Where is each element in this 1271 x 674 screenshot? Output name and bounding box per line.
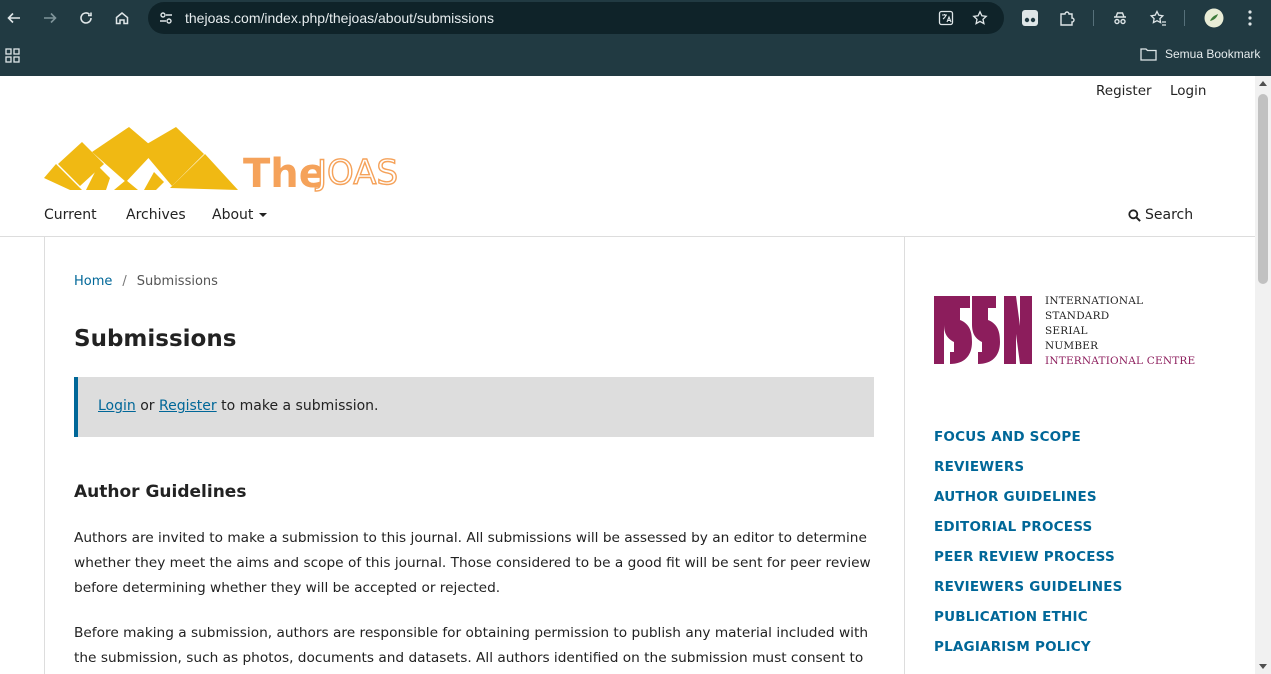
scroll-up-arrow-icon[interactable] [1259,81,1267,86]
all-bookmarks-button[interactable]: Semua Bookmark [1140,47,1260,61]
nav-archives[interactable]: Archives [126,207,186,223]
breadcrumb-current: Submissions [136,274,218,289]
all-bookmarks-label: Semua Bookmark [1165,47,1261,61]
breadcrumb-separator: / [122,274,127,289]
sidebar-link-publication-ethic[interactable]: PUBLICATION ETHIC [934,609,1123,639]
sidebar-links: FOCUS AND SCOPE REVIEWERS AUTHOR GUIDELI… [934,429,1123,669]
address-bar[interactable]: thejoas.com/index.php/thejoas/about/subm… [148,2,1004,34]
search-link[interactable]: Search [1128,207,1193,223]
scrollbar-thumb[interactable] [1258,94,1268,284]
browser-toolbar: thejoas.com/index.php/thejoas/about/subm… [0,0,1271,36]
caret-down-icon [259,213,268,217]
toolbar-divider [1184,10,1185,26]
site-logo[interactable]: The JOAS [44,126,406,192]
kebab-menu-icon [1248,10,1252,26]
apps-grid-icon[interactable] [5,48,20,63]
nav-current[interactable]: Current [44,207,97,223]
issn-line-3: SERIAL [1045,325,1088,337]
author-guidelines-heading: Author Guidelines [74,482,247,502]
logo-text-the: The [243,151,326,192]
header-divider [0,236,1255,237]
arrow-left-icon [7,12,20,24]
issn-line-5: INTERNATIONAL CENTRE [1045,355,1196,367]
reload-button[interactable] [74,6,98,30]
profile-avatar-button[interactable] [1204,8,1224,28]
content-border [44,237,45,674]
site-settings-icon[interactable] [158,10,174,26]
browser-menu-button[interactable] [1240,8,1260,28]
translate-icon[interactable] [938,10,954,26]
page-viewport: Register Login The JOAS Current Archives… [0,76,1255,674]
puzzle-icon [1060,11,1075,26]
glasses-icon [1022,10,1038,26]
issn-mark [934,296,1032,364]
guidelines-paragraph-1: Authors are invited to make a submission… [74,530,871,596]
sidebar-link-focus-scope[interactable]: FOCUS AND SCOPE [934,429,1123,459]
arrow-right-icon [44,12,57,24]
page-title: Submissions [74,326,237,352]
notice-suffix: to make a submission. [221,398,379,414]
notice-register-link[interactable]: Register [159,398,217,414]
breadcrumb: Home / Submissions [74,274,218,289]
breadcrumb-home-link[interactable]: Home [74,274,112,289]
folder-icon [1140,48,1157,61]
issn-line-4: NUMBER [1045,340,1099,352]
star-list-icon [1149,10,1166,26]
nav-about-label: About [212,207,254,223]
browser-chrome: thejoas.com/index.php/thejoas/about/subm… [0,0,1271,76]
spy-icon [1114,12,1126,25]
incognito-button[interactable] [1110,8,1130,28]
search-label: Search [1145,207,1194,223]
notice-text: Login or Register to make a submission. [98,398,378,414]
notice-login-link[interactable]: Login [98,398,136,414]
toolbar-divider [1093,10,1094,26]
logo-text-joas: JOAS [315,153,398,192]
extensions-button[interactable] [1057,8,1077,28]
sidebar-link-plagiarism-policy[interactable]: PLAGIARISM POLICY [934,639,1123,669]
favorites-button[interactable] [1148,8,1168,28]
url-text[interactable]: thejoas.com/index.php/thejoas/about/subm… [185,10,494,26]
scroll-down-arrow-icon[interactable] [1259,664,1267,669]
issn-line-2: STANDARD [1045,310,1110,322]
reload-icon [80,12,92,24]
login-link[interactable]: Login [1170,83,1206,99]
register-link[interactable]: Register [1096,83,1152,99]
search-icon [1128,208,1141,222]
home-button[interactable] [110,6,134,30]
sidebar-link-peer-review[interactable]: PEER REVIEW PROCESS [934,549,1123,579]
submission-notice: Login or Register to make a submission. [74,377,874,437]
reading-mode-button[interactable] [1020,8,1040,28]
guidelines-paragraph-2: Before making a submission, authors are … [74,625,868,666]
sidebar-link-author-guidelines[interactable]: AUTHOR GUIDELINES [934,489,1123,519]
page-scrollbar[interactable] [1255,76,1271,674]
sidebar-link-reviewers[interactable]: REVIEWERS [934,459,1123,489]
sidebar-border [904,237,905,674]
home-icon [115,12,129,25]
issn-line-1: INTERNATIONAL [1045,295,1144,307]
sidebar-link-editorial-process[interactable]: EDITORIAL PROCESS [934,519,1123,549]
notice-or: or [140,398,155,414]
bookmark-star-icon[interactable] [972,10,988,26]
bookmarks-bar: Semua Bookmark [0,36,1271,76]
back-button[interactable] [2,6,26,30]
sidebar-link-reviewers-guidelines[interactable]: REVIEWERS GUIDELINES [934,579,1123,609]
avatar-icon [1204,8,1224,28]
forward-button[interactable] [38,6,62,30]
nav-about[interactable]: About [212,207,268,223]
